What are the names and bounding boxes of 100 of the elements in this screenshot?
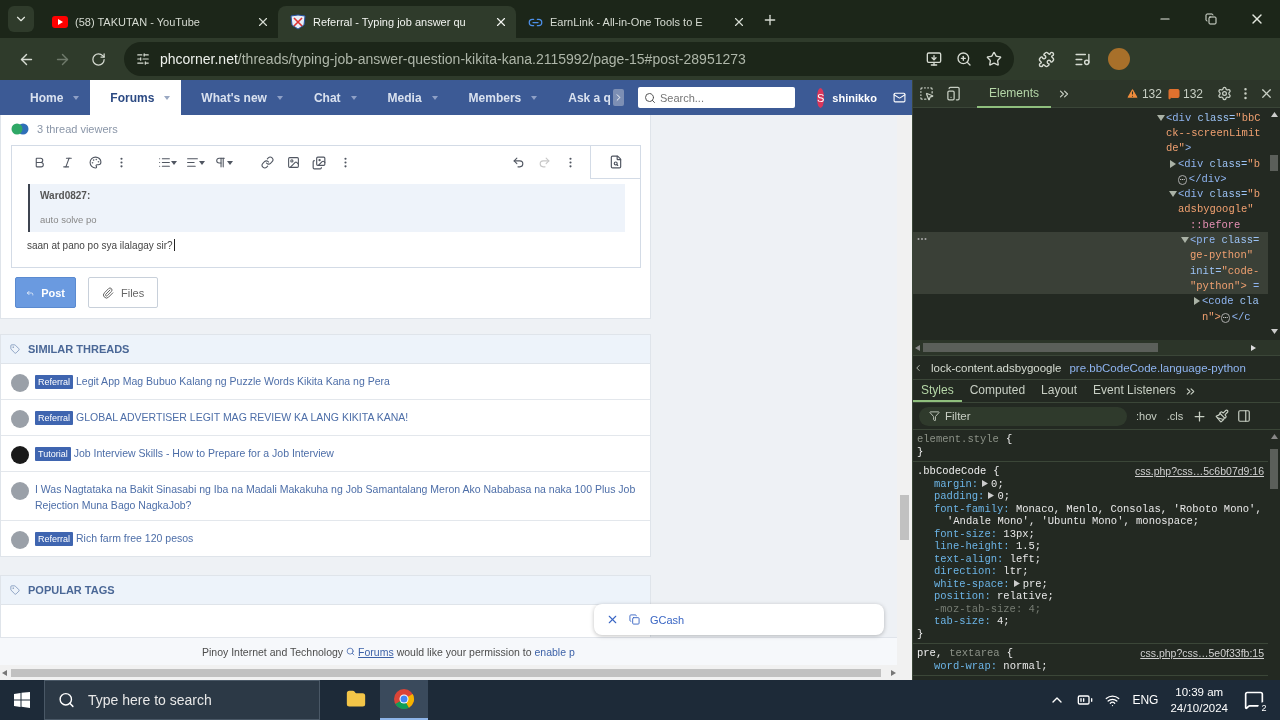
opening-brace: { [1005,433,1013,445]
scrollbar[interactable] [897,115,912,665]
search-icon [346,647,356,656]
url-text: phcorner.net/threads/typing-job-answer-question-kikita-kana.2115992/page-15#post-28951273 [160,51,746,67]
thread-link[interactable]: Referral Rich farm free 120 pesos [35,530,194,547]
notification-button[interactable]: 2 [1240,690,1268,710]
profile-avatar[interactable] [1108,48,1130,70]
breadcrumb[interactable]: lock-content.adsbygoogle [931,361,1062,374]
toggle-button[interactable]: .cls [1165,410,1185,422]
language-indicator[interactable]: ENG [1132,693,1159,707]
viewers-count: 3 thread viewers [37,123,118,135]
devtools-tab[interactable]: Elements [977,80,1052,108]
clock[interactable]: 10:39 am 24/10/2024 [1170,684,1228,716]
nav-tab[interactable]: Home [10,80,91,115]
message-icon [1244,690,1264,710]
user-avatar[interactable]: S [816,87,825,108]
paintbrush-icon [1215,409,1230,423]
source-link[interactable]: css.php?css…5c6b07d9:16 [1135,465,1264,478]
html-code-line: ck--screenLimit [1166,126,1261,139]
html-code-line: <div class="b [1178,188,1260,201]
collapse-triangle-icon[interactable] [1169,190,1177,199]
thread-link[interactable]: Referral GLOBAL ADVERTISER LEGIT MAG REVIEW KA LANG KIKITA KANA! [35,409,409,426]
address-bar[interactable]: phcorner.net/threads/typing-job-answer-question-kikita-kana.2115992/page-15#post-28951273 [124,42,1014,76]
files-button[interactable]: Files [88,277,159,308]
tree-node[interactable]: <div class="b ⋯ </div> [913,155,1268,187]
network-icon [1105,692,1121,708]
nav-tab[interactable]: What's new [181,80,294,115]
issue-icon [1167,87,1180,100]
tree-node[interactable]: <div class="b adsbygoogle" [913,186,1268,218]
toggle-button[interactable]: :hov [1135,410,1158,422]
close-icon [494,15,508,29]
browser-tab[interactable]: Referral - Typing job answer qu [278,6,516,38]
caret-down-icon [73,95,80,100]
filter-field[interactable]: Filter [919,406,1127,426]
consent-site: Pinoy Internet and Technology [202,645,344,658]
horizontal-scrollbar[interactable] [913,340,1280,355]
taskbar-app[interactable] [380,680,428,720]
css-declaration: word-wrap: normal; [933,659,1049,672]
browser-tab[interactable]: (58) TAKUTAN - YouTube [40,6,278,38]
tab-list-button[interactable] [8,6,34,32]
editor-box[interactable]: Ward0827: auto solve po saan at pano po sya ilalagay sir? [11,145,641,268]
collapse-triangle-icon[interactable] [1157,113,1165,122]
scroll-right-button[interactable] [612,89,624,106]
forums-link[interactable]: Forums [358,645,394,658]
thread-link[interactable]: Tutorial Job Interview Skills - How to Prepare for a Job Interview [35,445,334,462]
username[interactable]: shinikko [832,91,877,104]
thread-link[interactable]: I Was Nagtataka na Bakit Sinasabi ng Iba na Madali Makakuha ng Job Samantalang Meron Ako Nababasa na naka 100 Plus Job Rejection Muna Bago NagkaJob? [35,481,640,513]
styles-tab[interactable]: Layout [1033,380,1086,402]
styles-tab[interactable]: Styles [913,380,962,402]
caret-down-icon [226,160,233,165]
css-declaration: white-space: pre; [933,577,1049,590]
css-declaration: line-height: 1.5; [933,540,1043,553]
tree-node[interactable]: ::before [913,217,1268,233]
breadcrumb[interactable]: pre.bbCodeCode.language-python [1069,361,1246,374]
scrollbar-thumb[interactable] [1270,449,1278,489]
expand-triangle-icon[interactable] [988,492,995,499]
css-declaration: text-align: left; [933,552,1043,565]
scrollbar-thumb[interactable] [1270,155,1278,171]
nav-tab[interactable]: Chat [293,80,368,115]
scroll-up-icon [1270,112,1278,117]
undo-icon [511,156,525,169]
horizontal-scrollbar[interactable] [0,665,912,680]
file-search-icon [608,155,623,169]
editor-text: saan at pano po sya ilalagay sir? [27,239,173,251]
enable-link[interactable]: enable p [534,645,575,658]
search-field[interactable]: Search... [637,87,795,108]
toast-label[interactable]: GCash [650,613,685,626]
browser-tab[interactable]: EarnLink - All-in-One Tools to E [516,6,754,38]
tab-title: Referral - Typing job answer qu [313,16,467,28]
source-link[interactable]: css.php?css…5e0f33fb:15 [1140,647,1264,660]
plus-icon [762,12,778,28]
chevron-left-icon [913,362,923,373]
scroll-right-icon [891,669,896,676]
section-title: SIMILAR THREADS [28,343,130,355]
tab-title: EarnLink - All-in-One Tools to E [550,16,704,28]
expand-triangle-icon[interactable] [1013,579,1020,587]
collapse-triangle-icon[interactable] [1181,236,1189,244]
expand-triangle-icon[interactable] [1193,297,1201,306]
tree-node[interactable]: <code cla n"> ⋯ </c [913,293,1268,325]
html-code-line: de"> [1166,142,1192,155]
styles-tab[interactable]: Event Listeners [1085,380,1184,402]
expand-triangle-icon[interactable] [1169,159,1177,168]
taskbar-search-field[interactable]: Type here to search [44,680,320,720]
thread-link[interactable]: Referral Legit App Mag Bubuo Kalang ng Puzzle Words Kikita Kana ng Pera [35,373,390,390]
selected-tree-node[interactable]: <pre class= ge-python" init="code- "python"> = [913,232,1268,294]
nav-tab[interactable]: Media [367,80,449,115]
css-declaration: direction: ltr; [933,565,1030,578]
nav-tab[interactable]: Ask a q [548,80,613,115]
html-code-line: <div class="b [1178,157,1260,170]
nav-tab[interactable]: Forums [90,80,182,115]
tree-node[interactable]: <div class="bbC ck--screenLimit de"> [913,110,1268,156]
caret-down-icon [431,95,438,100]
css-selector: .bbCodeCode [917,465,987,477]
styles-tab[interactable]: Computed [961,380,1034,402]
browser-logo-icon [393,688,415,710]
nav-tab[interactable]: Members [448,80,549,115]
preview-button[interactable] [590,146,640,179]
closing-brace: } [917,627,925,640]
expand-triangle-icon[interactable] [982,479,989,487]
tag-icon [10,585,20,595]
